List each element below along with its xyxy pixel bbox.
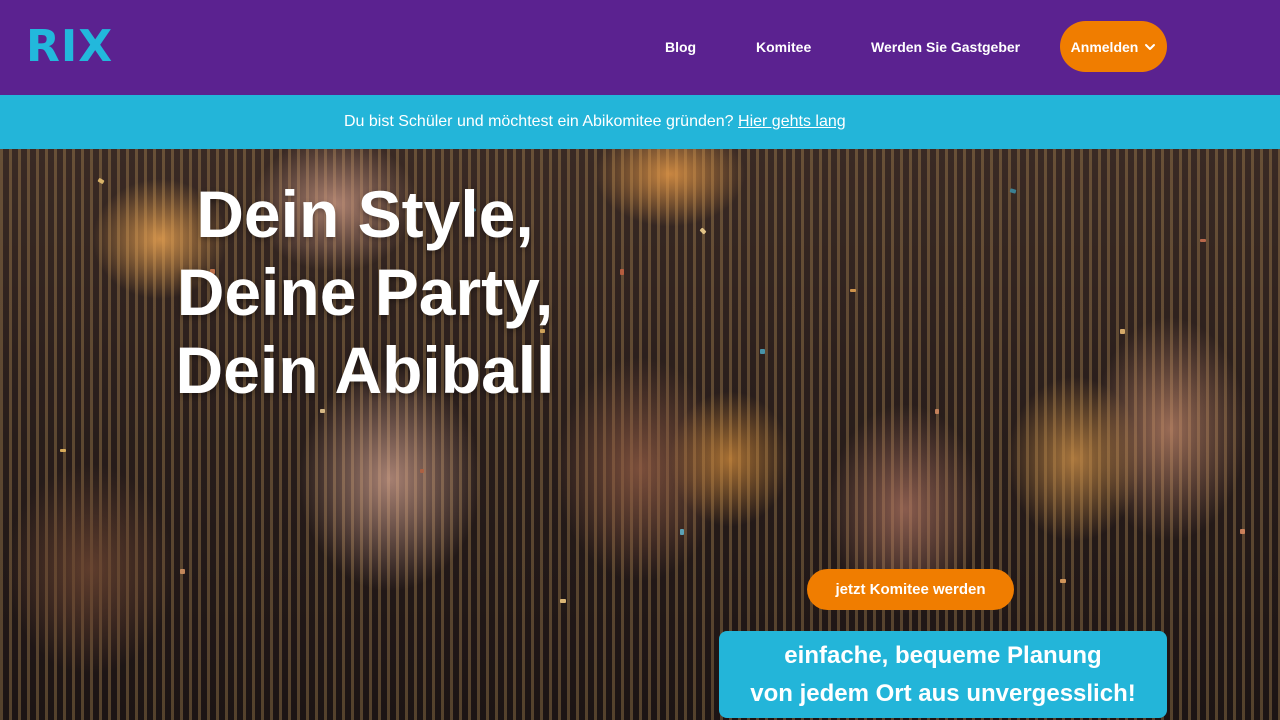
- nav-link-blog[interactable]: Blog: [665, 38, 696, 56]
- banner-text: Du bist Schüler und möchtest ein Abikomi…: [344, 113, 734, 130]
- login-button[interactable]: Anmelden: [1060, 21, 1167, 72]
- login-label: Anmelden: [1070, 38, 1139, 55]
- tagline-line-1: einfache, bequeme Planung: [784, 642, 1102, 669]
- hero-tagline: einfache, bequeme Planung von jedem Ort …: [719, 631, 1167, 718]
- navbar: RIX Blog Komitee Werden Sie Gastgeber An…: [0, 0, 1280, 95]
- nav-link-komitee[interactable]: Komitee: [756, 38, 811, 56]
- hero-title-line-3: Dein Abiball: [175, 333, 555, 407]
- hero-title-line-1: Dein Style,: [196, 177, 534, 251]
- hero-section: Dein Style, Deine Party, Dein Abiball je…: [0, 149, 1280, 720]
- hero-title: Dein Style, Deine Party, Dein Abiball: [150, 175, 580, 409]
- rix-logo[interactable]: RIX: [26, 22, 113, 72]
- hero-title-line-2: Deine Party,: [176, 255, 554, 329]
- banner-link[interactable]: Hier gehts lang: [738, 113, 846, 130]
- tagline-line-2: von jedem Ort aus unvergesslich!: [750, 680, 1136, 707]
- nav-link-gastgeber[interactable]: Werden Sie Gastgeber: [871, 38, 1020, 56]
- chevron-down-icon: [1145, 43, 1156, 50]
- become-committee-button[interactable]: jetzt Komitee werden: [807, 569, 1014, 610]
- info-banner: Du bist Schüler und möchtest ein Abikomi…: [0, 95, 1280, 149]
